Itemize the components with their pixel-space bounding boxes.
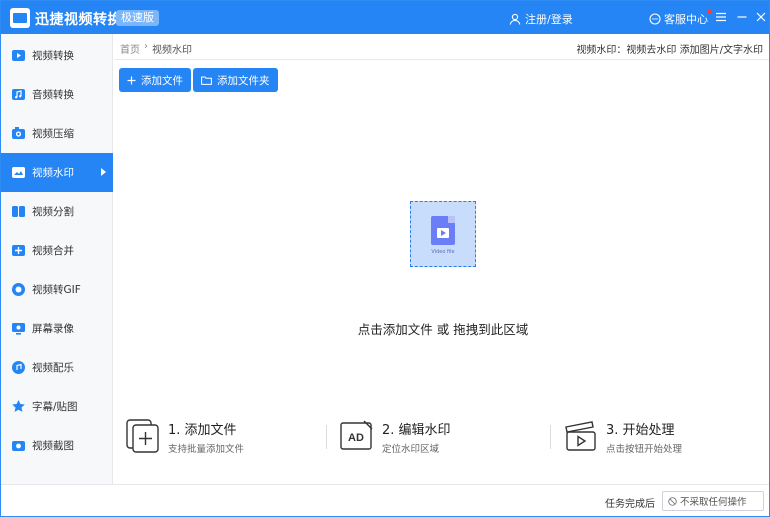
sidebar-item-label: 音频转换	[32, 89, 74, 101]
breadcrumb-path: 首页 › 视频水印	[120, 41, 192, 56]
sidebar-item-subtitle[interactable]: 字幕/贴图	[1, 387, 113, 426]
service-label: 客服中心	[664, 13, 708, 26]
close-icon	[756, 12, 766, 22]
sidebar: 视频转换 音频转换 视频压缩 视频水印 视频分割 视频合并 视频转GIF 屏幕录…	[1, 34, 113, 484]
no-action-icon	[668, 496, 677, 506]
sidebar-item-label: 视频水印	[32, 167, 74, 179]
add-file-label: 添加文件	[141, 74, 183, 87]
sidebar-item-label: 字幕/贴图	[32, 401, 78, 413]
status-footer: 任务完成后 不采取任何操作	[1, 484, 769, 516]
sidebar-item-video-compress[interactable]: 视频压缩	[1, 114, 113, 153]
plus-icon	[127, 76, 136, 84]
app-logo-icon	[10, 8, 30, 28]
minimize-icon	[737, 16, 747, 18]
after-task-select[interactable]: 不采取任何操作	[662, 491, 764, 511]
gif-icon	[12, 283, 25, 296]
login-label: 注册/登录	[525, 13, 573, 26]
sidebar-item-label: 视频配乐	[32, 362, 74, 374]
close-button[interactable]	[753, 9, 769, 25]
sidebar-item-video-music[interactable]: 视频配乐	[1, 348, 113, 387]
audio-convert-icon	[12, 89, 25, 100]
step-description: 支持批量添加文件	[168, 444, 245, 455]
add-folder-button[interactable]: 添加文件夹	[193, 68, 278, 92]
breadcrumb: 首页 › 视频水印 视频水印：视频去水印 添加图片/文字水印	[114, 34, 769, 60]
step-add-file: 1. 添加文件 支持批量添加文件	[126, 419, 316, 459]
video-merge-icon	[12, 245, 25, 256]
sidebar-item-label: 视频压缩	[32, 128, 74, 140]
minimize-button[interactable]	[734, 9, 750, 25]
screen-record-icon	[12, 323, 25, 335]
music-icon	[12, 361, 25, 374]
file-caption: Video file	[431, 249, 455, 255]
menu-icon	[716, 12, 726, 22]
sidebar-item-audio-convert[interactable]: 音频转换	[1, 75, 113, 114]
screenshot-icon	[12, 441, 25, 451]
video-split-icon	[12, 206, 25, 217]
ad-watermark-icon: AD	[340, 420, 373, 450]
notification-dot	[707, 9, 712, 14]
sidebar-item-video-split[interactable]: 视频分割	[1, 192, 113, 231]
sidebar-item-screenshot[interactable]: 视频截图	[1, 426, 113, 465]
step-description: 定位水印区域	[382, 444, 440, 455]
sidebar-item-video-merge[interactable]: 视频合并	[1, 231, 113, 270]
app-window: 迅捷视频转换器 极速版 注册/登录 客服中心 视频转换 音频转换 视频压缩 视频…	[0, 0, 770, 517]
step-title: 1. 添加文件	[168, 423, 237, 438]
menu-button[interactable]	[713, 9, 729, 25]
sidebar-item-video-gif[interactable]: 视频转GIF	[1, 270, 113, 309]
video-watermark-icon	[12, 167, 25, 178]
add-folder-label: 添加文件夹	[217, 74, 270, 87]
after-task-label: 任务完成后	[605, 499, 655, 510]
folder-icon	[201, 76, 212, 85]
chat-icon	[649, 13, 661, 25]
sidebar-item-video-convert[interactable]: 视频转换	[1, 36, 113, 75]
sidebar-item-label: 视频截图	[32, 440, 74, 452]
active-arrow-icon	[101, 168, 106, 176]
subtitle-icon	[12, 400, 25, 412]
step-start-process: 3. 开始处理 点击按钮开始处理	[564, 419, 754, 459]
drop-hint: 点击添加文件 或 拖拽到此区域	[357, 322, 529, 337]
sidebar-item-label: 视频分割	[32, 206, 74, 218]
sidebar-item-label: 视频转换	[32, 50, 74, 62]
breadcrumb-current: 视频水印	[152, 45, 192, 56]
step-title: 2. 编辑水印	[382, 423, 451, 438]
user-icon	[509, 13, 521, 25]
step-divider	[550, 425, 551, 449]
video-compress-icon	[12, 127, 25, 139]
sidebar-item-label: 视频转GIF	[32, 284, 81, 296]
customer-service-button[interactable]: 客服中心	[649, 9, 712, 27]
step-divider	[326, 425, 327, 449]
edition-badge: 极速版	[116, 10, 159, 26]
video-file-icon	[431, 216, 455, 245]
step-edit-watermark: AD 2. 编辑水印 定位水印区域	[340, 419, 530, 459]
after-task-value: 不采取任何操作	[680, 497, 747, 508]
file-drop-zone[interactable]: Video file	[410, 201, 476, 267]
sidebar-item-screen-record[interactable]: 屏幕录像	[1, 309, 113, 348]
breadcrumb-home[interactable]: 首页	[120, 41, 140, 56]
breadcrumb-separator: ›	[144, 41, 148, 52]
feature-description: 视频水印：视频去水印 添加图片/文字水印	[576, 45, 763, 56]
sidebar-item-label: 视频合并	[32, 245, 74, 257]
step-title: 3. 开始处理	[606, 423, 675, 438]
sidebar-item-label: 屏幕录像	[32, 323, 74, 335]
title-bar: 迅捷视频转换器 极速版 注册/登录 客服中心	[1, 1, 769, 34]
clapperboard-icon	[565, 421, 596, 451]
svg-text:AD: AD	[348, 432, 364, 444]
add-file-step-icon	[126, 419, 159, 453]
sidebar-item-video-watermark[interactable]: 视频水印	[1, 153, 113, 192]
step-description: 点击按钮开始处理	[606, 444, 683, 455]
add-file-button[interactable]: 添加文件	[119, 68, 191, 92]
video-convert-icon	[12, 50, 25, 61]
login-button[interactable]: 注册/登录	[509, 11, 573, 27]
